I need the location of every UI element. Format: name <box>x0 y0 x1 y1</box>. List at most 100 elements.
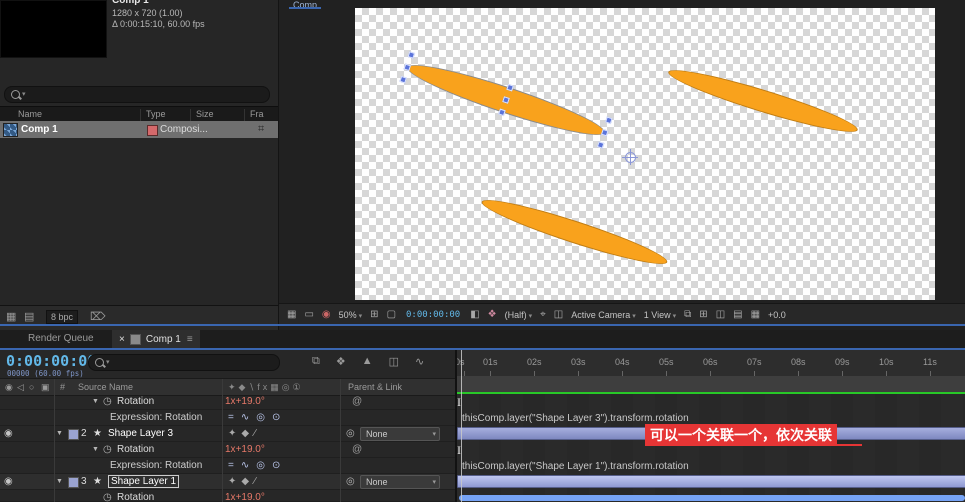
collapse-icon[interactable]: ▼ <box>56 478 63 485</box>
property-value[interactable]: 1x+19.0° <box>225 492 265 502</box>
pickwhip-icon[interactable]: @ <box>352 396 362 407</box>
column-parent-link[interactable]: Parent & Link <box>348 382 402 392</box>
view-layout-select[interactable]: 1 View▾ <box>644 310 676 320</box>
stopwatch-icon[interactable]: ◷ <box>103 492 112 502</box>
label-color-chip[interactable] <box>68 429 79 440</box>
property-row-rotation[interactable]: ▼ ◷ Rotation 1x+19.0° @ <box>0 442 455 458</box>
3d-ground-plane-icon[interactable]: ⊞ <box>699 309 707 320</box>
property-value[interactable]: 1x+19.0° <box>225 396 265 407</box>
chevron-down-icon[interactable]: ▾ <box>22 90 26 98</box>
resolution-select[interactable]: (Half)▾ <box>505 310 533 320</box>
column-source-name[interactable]: Source Name <box>78 382 133 392</box>
draft3d-icon[interactable]: ❖ <box>336 355 346 368</box>
expression-text[interactable]: thisComp.layer("Shape Layer 1").transfor… <box>462 461 689 472</box>
stopwatch-icon[interactable]: ◷ <box>103 396 112 407</box>
hide-shy-icon[interactable]: ▲ <box>362 355 373 368</box>
region-target-icon[interactable]: ⌖ <box>540 309 546 320</box>
layer-duration-bar-selected[interactable] <box>457 475 965 488</box>
share-view-icon[interactable]: ⧉ <box>684 309 691 320</box>
column-type[interactable]: Type <box>146 109 166 119</box>
layer-row-shape-layer-3[interactable]: ◉ ▼ 2 ★ Shape Layer 3 ✦◆∕ ◎ None▾ <box>0 426 455 442</box>
selection-handle[interactable] <box>597 141 605 149</box>
close-icon[interactable]: × <box>119 334 125 345</box>
frame-blending-icon[interactable]: ◫ <box>389 355 399 368</box>
parent-select[interactable]: None▾ <box>360 475 440 489</box>
show-channel-icon[interactable]: ❖ <box>488 309 497 320</box>
viewer-tab-comp1[interactable]: Comp <box>289 0 321 9</box>
mini-flowchart-icon[interactable]: ⧉ <box>312 355 320 368</box>
tab-comp1[interactable]: × Comp 1 ≡ <box>112 330 200 348</box>
project-bit-depth[interactable]: 8 bpc <box>46 310 78 324</box>
column-size[interactable]: Size <box>196 109 214 119</box>
layer-name[interactable]: Shape Layer 1 <box>108 475 179 488</box>
new-folder-icon[interactable]: ▤ <box>24 310 34 323</box>
panel-menu-icon[interactable]: ≡ <box>187 334 193 345</box>
property-row-rotation-partial[interactable]: ◷ Rotation 1x+19.0° <box>0 490 455 502</box>
region-of-interest-icon[interactable]: ▢ <box>387 309 396 320</box>
interpret-footage-icon[interactable]: ▦ <box>6 310 16 323</box>
expression-row[interactable]: Expression: Rotation =∿◎⊙ <box>0 458 455 474</box>
label-color-chip[interactable] <box>68 477 79 488</box>
camera-select[interactable]: Active Camera▾ <box>571 310 636 320</box>
column-frame[interactable]: Fra <box>250 109 264 119</box>
layer-switches-icons[interactable]: ✦◆∕ <box>228 428 261 439</box>
3d-view-gizmo-icon[interactable]: ◫ <box>716 309 725 320</box>
project-item-comp1[interactable]: Comp 1 Composi... ⌗ <box>0 121 278 138</box>
layer-switches-icons[interactable]: ✦◆∕ <box>228 476 261 487</box>
stopwatch-icon[interactable]: ◷ <box>103 444 112 455</box>
timeline-panel-icon[interactable]: ▦ <box>751 309 760 320</box>
shape-ellipse-selected[interactable] <box>403 55 609 145</box>
track-row-rotation[interactable]: I <box>457 394 965 410</box>
pickwhip-icon[interactable]: @ <box>352 444 362 455</box>
grid-guides-icon[interactable]: ⊞ <box>370 309 378 320</box>
timeline-search-input[interactable]: ▾ <box>88 354 280 371</box>
expression-text[interactable]: thisComp.layer("Shape Layer 3").transfor… <box>462 413 689 424</box>
current-time-indicator[interactable] <box>461 350 462 502</box>
exposure-value[interactable]: +0.0 <box>768 310 786 320</box>
property-value[interactable]: 1x+19.0° <box>225 444 265 455</box>
orange-ellipse[interactable] <box>478 191 670 272</box>
column-name[interactable]: Name <box>18 109 42 119</box>
property-label[interactable]: Rotation <box>117 492 154 502</box>
anchor-target-icon[interactable] <box>625 152 636 163</box>
property-row-rotation[interactable]: ▼ ◷ Rotation 1x+19.0° @ <box>0 394 455 410</box>
orange-ellipse[interactable] <box>665 62 861 141</box>
transparency-grid-icon[interactable]: ▦ <box>287 309 296 320</box>
parent-pickwhip-icon[interactable]: ◎ <box>346 476 355 487</box>
property-label[interactable]: Rotation <box>117 396 154 407</box>
work-area-bar[interactable] <box>457 376 965 393</box>
tab-render-queue[interactable]: Render Queue <box>28 333 94 344</box>
time-ruler[interactable]: 0s 01s 02s 03s 04s 05s 06s 07s 08s 09s 1… <box>457 350 965 377</box>
current-timecode[interactable]: 0:00:00:00 <box>6 352 96 370</box>
parent-select[interactable]: None▾ <box>360 427 440 441</box>
magnification-select[interactable]: 50%▾ <box>339 310 363 320</box>
monitor-icon[interactable]: ▭ <box>304 309 313 320</box>
chevron-down-icon[interactable]: ▾ <box>106 358 110 366</box>
horizontal-scrollbar[interactable] <box>459 495 965 501</box>
property-label[interactable]: Rotation <box>117 444 154 455</box>
fast-previews-icon[interactable]: ▤ <box>733 309 742 320</box>
parent-pickwhip-icon[interactable]: ◎ <box>346 428 355 439</box>
expression-icons[interactable]: =∿◎⊙ <box>228 412 287 423</box>
selection-handle[interactable] <box>601 129 609 137</box>
collapse-icon[interactable]: ▼ <box>56 430 63 437</box>
snapshot-icon[interactable]: ◧ <box>470 309 479 320</box>
track-row-layer-1[interactable] <box>457 474 965 490</box>
collapse-icon[interactable]: ▼ <box>92 446 99 453</box>
selection-handle[interactable] <box>498 109 506 117</box>
composition-canvas[interactable] <box>355 8 935 300</box>
project-search-input[interactable]: ▾ <box>4 86 270 103</box>
expression-icons[interactable]: =∿◎⊙ <box>228 460 287 471</box>
shape-ellipse-3[interactable] <box>478 191 670 272</box>
pixel-aspect-icon[interactable]: ◫ <box>554 309 563 320</box>
eye-icon[interactable]: ◉ <box>4 476 13 487</box>
preview-timecode[interactable]: 0:00:00:00 <box>406 310 460 320</box>
selection-handle[interactable] <box>605 117 613 125</box>
eye-icon[interactable]: ◉ <box>4 428 13 439</box>
selection-handle[interactable] <box>408 51 416 59</box>
layer-row-shape-layer-1[interactable]: ◉ ▼ 3 ★ Shape Layer 1 ✦◆∕ ◎ None▾ <box>0 474 455 490</box>
expression-row[interactable]: Expression: Rotation =∿◎⊙ <box>0 410 455 426</box>
graph-editor-icon[interactable]: ∿ <box>415 355 424 368</box>
shape-ellipse-2[interactable] <box>665 62 861 141</box>
selection-handle[interactable] <box>399 76 407 84</box>
